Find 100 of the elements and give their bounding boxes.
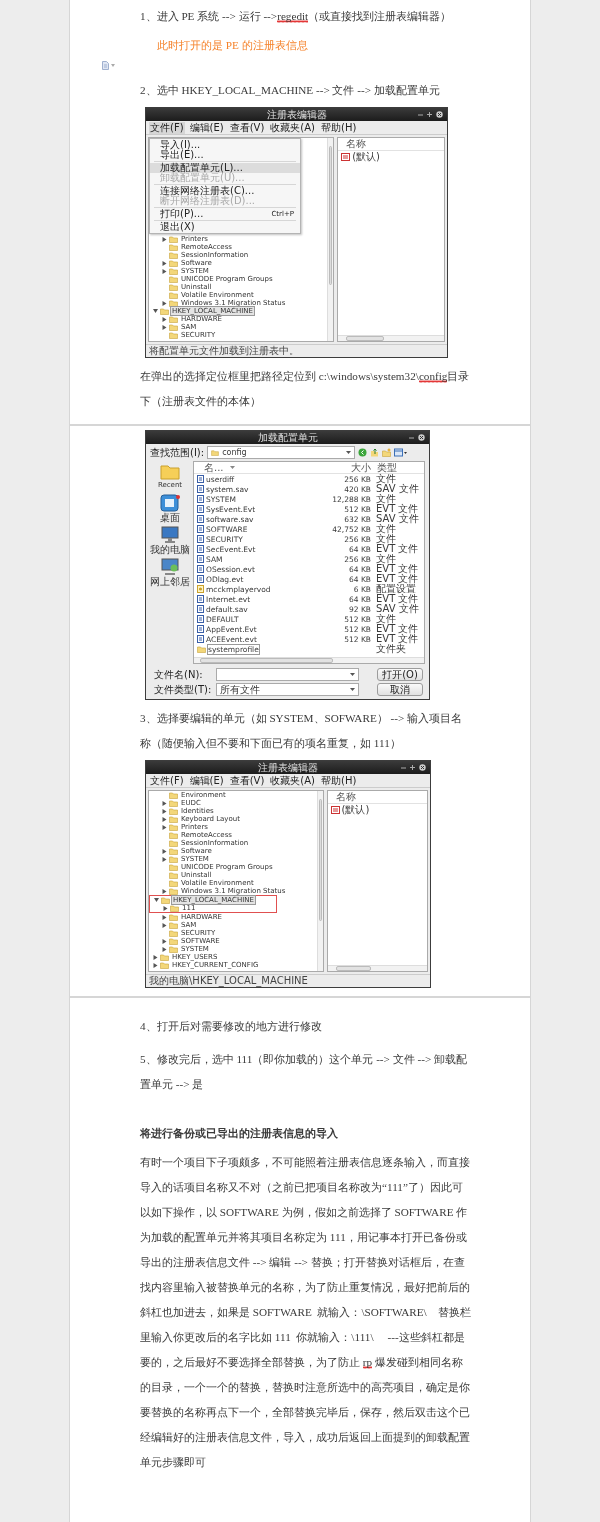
string-value-icon <box>341 153 351 161</box>
menu-item[interactable]: 文件(F) <box>149 121 185 134</box>
horizontal-scrollbar[interactable] <box>327 965 427 971</box>
expand-arrow-icon[interactable] <box>162 888 167 894</box>
file-icon <box>197 625 204 633</box>
file-type: SAV 文件 <box>375 484 420 494</box>
file-type: SAV 文件 <box>375 514 420 524</box>
menu-option[interactable]: 连接网络注册表(C)... <box>150 186 300 196</box>
collapse-arrow-icon[interactable] <box>153 309 158 313</box>
column-header[interactable]: 名称 <box>327 791 427 804</box>
expand-arrow-icon[interactable] <box>162 300 167 306</box>
menu-item[interactable]: 查看(V) <box>228 121 266 134</box>
place-label[interactable]: 我的电脑 <box>150 544 190 555</box>
file-type: 文件 <box>375 524 397 534</box>
folder-icon <box>197 645 206 653</box>
caret-icon <box>346 451 352 454</box>
expand-arrow-icon[interactable] <box>162 324 167 330</box>
minimize-icon[interactable] <box>418 112 423 117</box>
note-text: 此时打开的是 PE 的注册表信息 <box>157 38 309 53</box>
file-icon <box>197 515 204 523</box>
column-header[interactable]: 名... <box>194 462 324 473</box>
look-in-dropdown[interactable]: config <box>207 446 356 459</box>
expand-arrow-icon[interactable] <box>153 954 158 960</box>
close-icon[interactable] <box>418 434 425 441</box>
expand-arrow-icon[interactable] <box>162 268 167 274</box>
file-type: 文件 <box>375 534 397 544</box>
desktop-icon[interactable] <box>160 494 180 512</box>
file-type-label: 文件类型(T): <box>153 683 212 696</box>
settings-file-icon <box>197 585 204 593</box>
file-icon <box>197 635 204 643</box>
caret-icon <box>350 673 356 676</box>
string-value-icon <box>330 806 340 814</box>
open-button[interactable]: 打开(O) <box>377 668 423 681</box>
column-header[interactable]: 名称 <box>338 138 444 151</box>
network-icon[interactable] <box>160 558 180 576</box>
maximize-icon[interactable] <box>427 112 432 117</box>
column-header[interactable]: 大小 <box>324 462 374 473</box>
collapse-arrow-icon[interactable] <box>154 898 159 902</box>
menu-item[interactable]: 收藏夹(A) <box>269 774 316 787</box>
expand-arrow-icon[interactable] <box>162 236 167 242</box>
maximize-icon[interactable] <box>410 765 415 770</box>
expand-arrow-icon[interactable] <box>162 848 167 854</box>
cancel-button[interactable]: 取消 <box>377 683 423 696</box>
back-icon[interactable] <box>358 448 368 457</box>
column-header[interactable]: 类型 <box>374 462 424 473</box>
expand-arrow-icon[interactable] <box>162 824 167 830</box>
menu-item[interactable]: 编辑(E) <box>188 121 225 134</box>
file-icon <box>197 485 204 493</box>
expand-arrow-icon[interactable] <box>162 816 167 822</box>
file-icon <box>197 595 204 603</box>
expand-arrow-icon[interactable] <box>162 260 167 266</box>
close-icon[interactable] <box>436 111 443 118</box>
menu-item[interactable]: 查看(V) <box>228 774 266 787</box>
file-type: SAV 文件 <box>375 604 420 614</box>
expand-arrow-icon[interactable] <box>162 938 167 944</box>
folder-icon <box>211 449 220 456</box>
place-label[interactable]: 网上邻居 <box>150 576 190 587</box>
view-menu-icon[interactable] <box>394 448 408 457</box>
computer-icon[interactable] <box>160 526 180 544</box>
window-title: 注册表编辑器 <box>258 761 318 774</box>
expand-arrow-icon[interactable] <box>162 856 167 862</box>
value-name[interactable]: (默认) <box>352 151 380 163</box>
menu-item[interactable]: 编辑(E) <box>188 774 225 787</box>
file-icon <box>197 475 204 483</box>
file-icon <box>197 575 204 583</box>
vertical-scrollbar[interactable] <box>316 791 323 971</box>
file-icon <box>197 495 204 503</box>
dialog-title: 加载配置单元 <box>257 431 318 444</box>
menu-option[interactable]: 退出(X) <box>150 222 300 232</box>
file-type: EVT 文件 <box>375 544 420 554</box>
value-name[interactable]: (默认) <box>341 804 370 816</box>
file-icon <box>197 605 204 613</box>
close-icon[interactable] <box>419 764 426 771</box>
menu-item[interactable]: 帮助(H) <box>320 774 358 787</box>
menu-item[interactable]: 文件(F) <box>149 774 185 787</box>
expand-arrow-icon[interactable] <box>162 808 167 814</box>
expand-arrow-icon[interactable] <box>162 800 167 806</box>
place-label[interactable]: 桌面 <box>160 512 180 523</box>
file-icon <box>197 505 204 513</box>
menu-option[interactable]: 导出(E)... <box>150 150 300 160</box>
menu-item[interactable]: 收藏夹(A) <box>269 121 316 134</box>
expand-arrow-icon[interactable] <box>162 922 167 928</box>
file-icon <box>197 555 204 563</box>
file-icon <box>197 525 204 533</box>
file-type: EVT 文件 <box>375 634 420 644</box>
horizontal-scrollbar[interactable] <box>338 335 444 341</box>
minimize-icon[interactable] <box>401 765 406 770</box>
file-type-dropdown[interactable]: 所有文件 <box>216 683 360 696</box>
expand-arrow-icon[interactable] <box>162 316 167 322</box>
minimize-icon[interactable] <box>409 435 414 440</box>
menu-option[interactable]: 加载配置单元(L)... <box>150 163 300 173</box>
file-name-field[interactable] <box>216 668 360 681</box>
horizontal-scrollbar[interactable] <box>194 657 424 663</box>
menu-option[interactable]: 导入(I)... <box>150 140 300 150</box>
expand-arrow-icon[interactable] <box>162 946 167 952</box>
vertical-scrollbar[interactable] <box>327 138 334 341</box>
expand-arrow-icon[interactable] <box>163 905 168 911</box>
menu-item[interactable]: 帮助(H) <box>320 121 358 134</box>
expand-arrow-icon[interactable] <box>162 914 167 920</box>
expand-arrow-icon[interactable] <box>153 962 158 968</box>
